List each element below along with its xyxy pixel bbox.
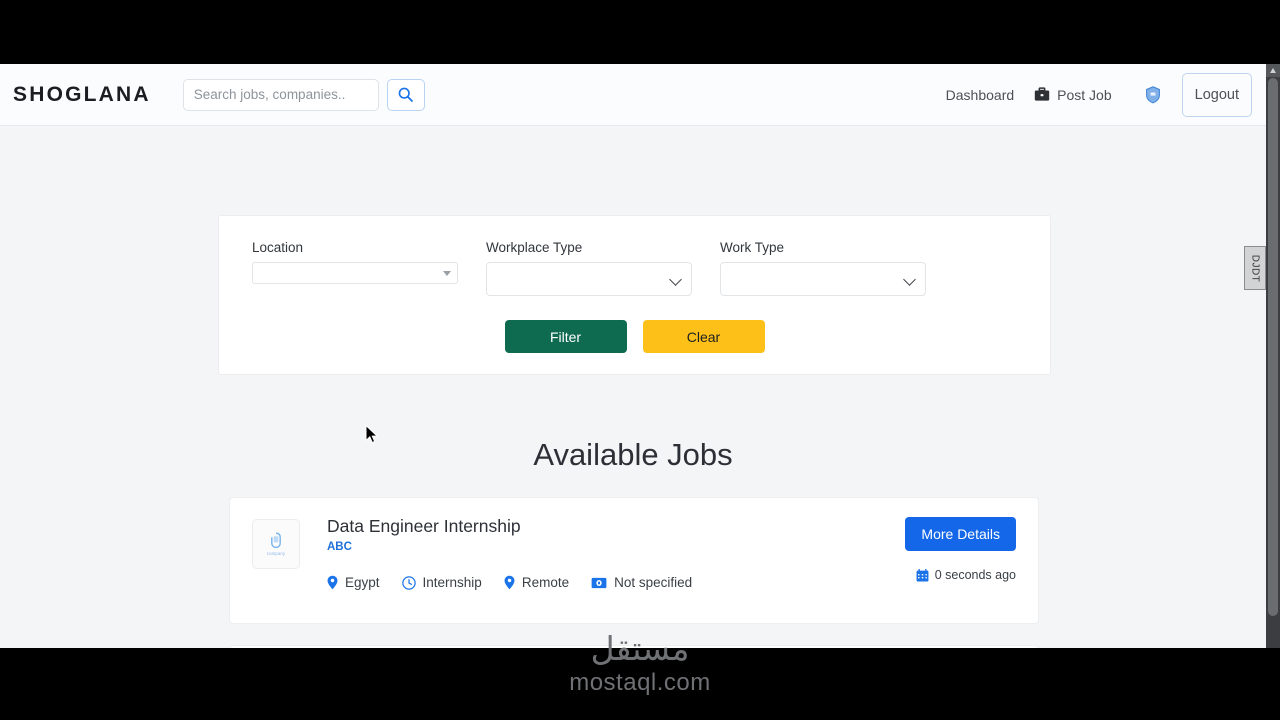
location-label: Location: [252, 240, 304, 255]
job-meta-salary-label: Not specified: [614, 575, 693, 591]
money-bill-icon: [591, 577, 607, 588]
django-debug-toolbar-label: DJDT: [1249, 254, 1261, 282]
broken-image-icon: [271, 532, 281, 549]
job-main-info: Data Engineer Internship ABC Egypt Inter…: [327, 516, 692, 590]
search-button[interactable]: [386, 78, 425, 111]
more-details-button[interactable]: More Details: [905, 517, 1016, 551]
letterbox-bottom-bar: [0, 648, 1280, 720]
filter-buttons-row: Filter Clear: [219, 320, 1050, 353]
nav-link-dashboard-label: Dashboard: [945, 86, 1015, 103]
job-card[interactable]: [229, 645, 1039, 648]
broken-image-avatar-icon: [1145, 85, 1160, 103]
search-icon: [398, 87, 414, 102]
job-meta-row: Egypt Internship Remote Not specified: [327, 575, 692, 590]
map-pin-icon: [327, 575, 338, 590]
logout-button[interactable]: Logout: [1181, 72, 1252, 117]
nav-link-dashboard[interactable]: Dashboard: [936, 87, 1025, 103]
nav-link-post-job[interactable]: Post Job: [1024, 87, 1121, 103]
filter-field-workplace-type: Workplace Type: [486, 240, 692, 296]
job-card-actions: More Details 0 seconds ago: [905, 517, 1016, 582]
job-posted-time: 0 seconds ago: [916, 568, 1016, 582]
search-input[interactable]: [182, 78, 379, 111]
vertical-scrollbar[interactable]: [1266, 64, 1280, 648]
django-debug-toolbar-tab[interactable]: DJDT: [1244, 246, 1266, 290]
browser-viewport: SHOGLANA Dashboard Post Job: [0, 64, 1280, 648]
map-pin-icon: [504, 575, 515, 590]
scrollbar-thumb[interactable]: [1268, 78, 1278, 616]
dropdown-arrow-icon: [443, 271, 451, 276]
letterbox-top-bar: [0, 0, 1280, 64]
job-card-content: company Data Engineer Internship ABC Egy…: [230, 498, 1038, 590]
company-logo-alt-text: company: [266, 551, 286, 556]
job-meta-employment-type-label: Internship: [422, 575, 482, 591]
job-posted-time-label: 0 seconds ago: [934, 568, 1016, 582]
job-meta-location-label: Egypt: [345, 575, 380, 591]
brand-logo[interactable]: SHOGLANA: [13, 83, 151, 107]
workplace-type-select[interactable]: [486, 262, 692, 296]
job-meta-employment-type: Internship: [401, 575, 482, 591]
navbar-right-group: Dashboard Post Job Logout: [936, 72, 1266, 117]
job-meta-location: Egypt: [327, 575, 380, 590]
chevron-down-icon: [903, 273, 916, 286]
work-type-label: Work Type: [720, 240, 785, 255]
job-company-name[interactable]: ABC: [327, 541, 692, 553]
filter-fields-row: Location Workplace Type Work Type: [219, 216, 1050, 296]
search-area: [182, 78, 425, 111]
job-meta-workplace: Remote: [504, 575, 569, 590]
work-type-select[interactable]: [720, 262, 926, 296]
scroll-up-arrow-icon[interactable]: [1266, 64, 1280, 77]
briefcase-icon: [1034, 87, 1050, 101]
job-meta-salary: Not specified: [591, 575, 692, 590]
avatar[interactable]: [1140, 82, 1166, 108]
clear-button[interactable]: Clear: [642, 320, 765, 353]
navbar: SHOGLANA Dashboard Post Job: [0, 64, 1266, 126]
job-title: Data Engineer Internship: [327, 516, 521, 536]
filter-button[interactable]: Filter: [504, 320, 627, 353]
filter-panel: Location Workplace Type Work Type Filter: [218, 215, 1051, 375]
company-logo: company: [252, 519, 300, 569]
filter-field-work-type: Work Type: [720, 240, 926, 296]
job-card[interactable]: company Data Engineer Internship ABC Egy…: [229, 497, 1039, 624]
workplace-type-label: Workplace Type: [486, 240, 583, 255]
clock-icon: [401, 576, 416, 590]
page-title: Available Jobs: [533, 436, 733, 472]
location-select[interactable]: [252, 262, 458, 284]
nav-link-post-job-label: Post Job: [1057, 86, 1112, 103]
filter-field-location: Location: [252, 240, 458, 296]
chevron-down-icon: [669, 273, 682, 286]
calendar-icon: [916, 568, 929, 581]
job-meta-workplace-label: Remote: [521, 575, 570, 591]
